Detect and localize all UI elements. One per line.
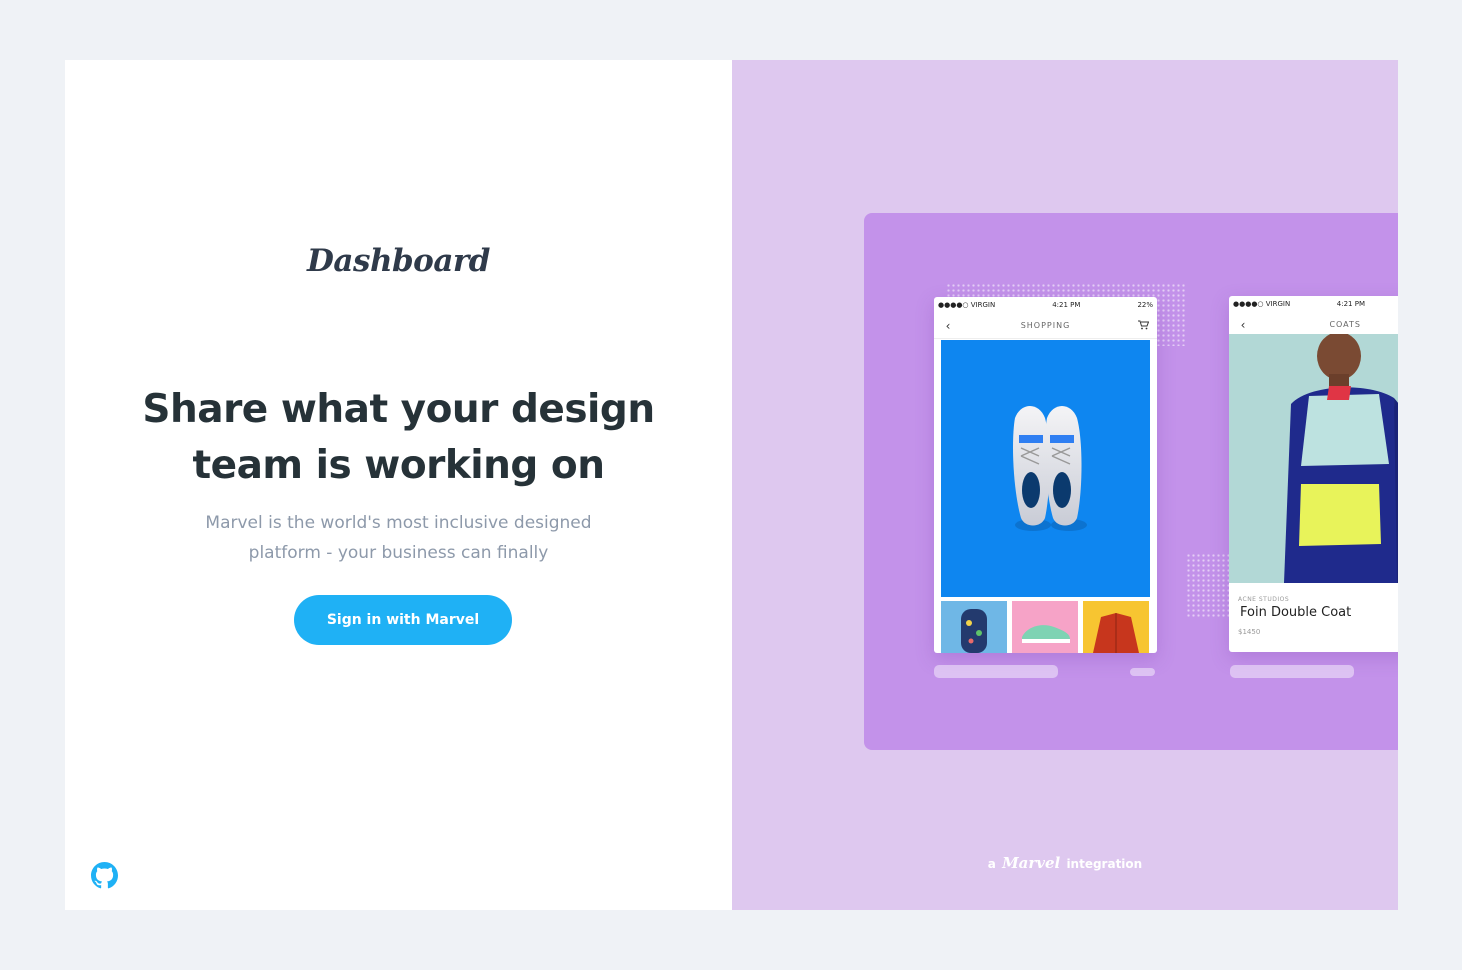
product-price: $1450 (1238, 628, 1261, 636)
placeholder-bar (934, 665, 1058, 678)
integration-prefix: a (987, 857, 996, 871)
product-brand: ACNE STUDIOS (1238, 596, 1290, 603)
sneaker-thumbnail (1012, 601, 1078, 653)
chevron-left-icon: ‹ (945, 318, 951, 333)
sign-in-with-marvel-button[interactable]: Sign in with Marvel (294, 595, 512, 645)
marvel-logo: Marvel (1002, 854, 1061, 872)
phone-shopping: ●●●●○ VIRGIN 4:21 PM 22% ‹ SHOPPING (934, 297, 1157, 653)
integration-suffix: integration (1066, 857, 1143, 871)
backpack-thumbnail (941, 601, 1007, 653)
marvel-integration-credit: a Marvel integration (732, 854, 1398, 872)
time-label: 4:21 PM (1052, 301, 1081, 309)
shoe-product-image (941, 340, 1150, 597)
placeholder-bar (1230, 665, 1354, 678)
carrier-label: ●●●●○ VIRGIN (938, 301, 996, 309)
headline-line-1: Share what your design (142, 387, 655, 432)
battery-label: 22% (1137, 301, 1153, 309)
app-preview: ●●●●○ VIRGIN 4:21 PM 22% ‹ SHOPPING ●●●●… (864, 213, 1398, 750)
cart-icon (1137, 319, 1149, 333)
headline-line-2: team is working on (192, 443, 605, 488)
status-bar: ●●●●○ VIRGIN 4:21 PM 22% (934, 297, 1157, 313)
phone-coats: ●●●●○ VIRGIN 4:21 PM ‹ COATS ACNE STUDIO… (1229, 296, 1398, 652)
right-panel: ●●●●○ VIRGIN 4:21 PM 22% ‹ SHOPPING ●●●●… (732, 60, 1398, 910)
headline: Share what your design team is working o… (125, 382, 672, 494)
phone-navbar: ‹ SHOPPING (934, 313, 1157, 339)
product-name: Foin Double Coat (1240, 605, 1352, 620)
dashboard-logo: Dashboard (307, 243, 490, 279)
subtext: Marvel is the world's most inclusive des… (185, 508, 612, 568)
dot-pattern (1186, 553, 1231, 617)
github-icon[interactable] (91, 862, 118, 889)
phone-title: SHOPPING (1020, 321, 1071, 330)
status-bar: ●●●●○ VIRGIN 4:21 PM (1229, 296, 1398, 312)
chevron-left-icon: ‹ (1240, 317, 1246, 332)
left-panel: Dashboard Share what your design team is… (65, 60, 732, 910)
subtext-line-2: platform - your business can finally (248, 543, 549, 563)
placeholder-bar (1130, 668, 1155, 676)
carrier-label: ●●●●○ VIRGIN (1233, 300, 1291, 308)
phone-title: COATS (1329, 320, 1361, 329)
login-card: Dashboard Share what your design team is… (65, 60, 1398, 910)
jacket-thumbnail (1083, 601, 1149, 653)
time-label: 4:21 PM (1336, 300, 1365, 308)
model-product-image (1229, 332, 1398, 583)
subtext-line-1: Marvel is the world's most inclusive des… (205, 513, 592, 533)
